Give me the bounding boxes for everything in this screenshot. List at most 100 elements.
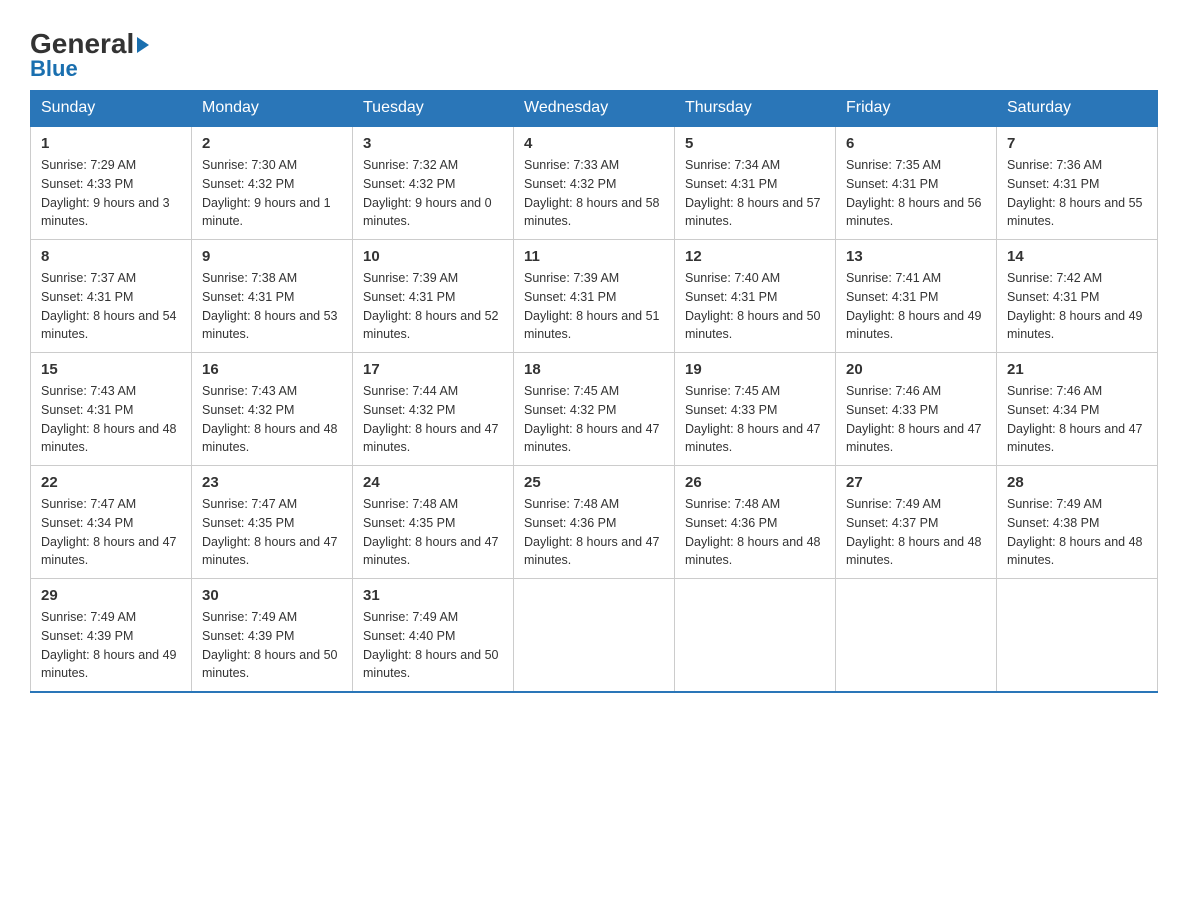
day-number: 10 xyxy=(363,248,503,265)
calendar-cell: 21 Sunrise: 7:46 AM Sunset: 4:34 PM Dayl… xyxy=(997,353,1158,466)
day-info: Sunrise: 7:35 AM Sunset: 4:31 PM Dayligh… xyxy=(846,156,986,231)
day-number: 27 xyxy=(846,474,986,491)
day-number: 18 xyxy=(524,361,664,378)
day-info: Sunrise: 7:49 AM Sunset: 4:38 PM Dayligh… xyxy=(1007,495,1147,570)
day-number: 7 xyxy=(1007,135,1147,152)
day-info: Sunrise: 7:38 AM Sunset: 4:31 PM Dayligh… xyxy=(202,269,342,344)
calendar-cell: 23 Sunrise: 7:47 AM Sunset: 4:35 PM Dayl… xyxy=(192,466,353,579)
day-info: Sunrise: 7:46 AM Sunset: 4:33 PM Dayligh… xyxy=(846,382,986,457)
calendar-cell: 24 Sunrise: 7:48 AM Sunset: 4:35 PM Dayl… xyxy=(353,466,514,579)
calendar-cell: 31 Sunrise: 7:49 AM Sunset: 4:40 PM Dayl… xyxy=(353,579,514,693)
calendar-cell: 10 Sunrise: 7:39 AM Sunset: 4:31 PM Dayl… xyxy=(353,240,514,353)
calendar-cell: 26 Sunrise: 7:48 AM Sunset: 4:36 PM Dayl… xyxy=(675,466,836,579)
calendar-cell: 22 Sunrise: 7:47 AM Sunset: 4:34 PM Dayl… xyxy=(31,466,192,579)
calendar-cell xyxy=(836,579,997,693)
day-number: 1 xyxy=(41,135,181,152)
week-row-1: 1 Sunrise: 7:29 AM Sunset: 4:33 PM Dayli… xyxy=(31,126,1158,240)
calendar-cell: 30 Sunrise: 7:49 AM Sunset: 4:39 PM Dayl… xyxy=(192,579,353,693)
calendar-cell: 7 Sunrise: 7:36 AM Sunset: 4:31 PM Dayli… xyxy=(997,126,1158,240)
logo-blue: Blue xyxy=(30,58,149,80)
day-number: 23 xyxy=(202,474,342,491)
day-info: Sunrise: 7:40 AM Sunset: 4:31 PM Dayligh… xyxy=(685,269,825,344)
day-number: 19 xyxy=(685,361,825,378)
day-number: 17 xyxy=(363,361,503,378)
day-info: Sunrise: 7:42 AM Sunset: 4:31 PM Dayligh… xyxy=(1007,269,1147,344)
day-info: Sunrise: 7:48 AM Sunset: 4:36 PM Dayligh… xyxy=(685,495,825,570)
day-number: 6 xyxy=(846,135,986,152)
day-number: 9 xyxy=(202,248,342,265)
day-info: Sunrise: 7:44 AM Sunset: 4:32 PM Dayligh… xyxy=(363,382,503,457)
calendar-cell xyxy=(675,579,836,693)
calendar-cell xyxy=(997,579,1158,693)
calendar-cell: 15 Sunrise: 7:43 AM Sunset: 4:31 PM Dayl… xyxy=(31,353,192,466)
calendar-cell: 18 Sunrise: 7:45 AM Sunset: 4:32 PM Dayl… xyxy=(514,353,675,466)
day-info: Sunrise: 7:49 AM Sunset: 4:40 PM Dayligh… xyxy=(363,608,503,683)
calendar-cell: 29 Sunrise: 7:49 AM Sunset: 4:39 PM Dayl… xyxy=(31,579,192,693)
calendar-cell: 12 Sunrise: 7:40 AM Sunset: 4:31 PM Dayl… xyxy=(675,240,836,353)
day-number: 30 xyxy=(202,587,342,604)
day-info: Sunrise: 7:48 AM Sunset: 4:35 PM Dayligh… xyxy=(363,495,503,570)
week-row-4: 22 Sunrise: 7:47 AM Sunset: 4:34 PM Dayl… xyxy=(31,466,1158,579)
calendar-cell xyxy=(514,579,675,693)
day-number: 20 xyxy=(846,361,986,378)
calendar-cell: 2 Sunrise: 7:30 AM Sunset: 4:32 PM Dayli… xyxy=(192,126,353,240)
day-number: 2 xyxy=(202,135,342,152)
calendar-cell: 6 Sunrise: 7:35 AM Sunset: 4:31 PM Dayli… xyxy=(836,126,997,240)
day-info: Sunrise: 7:45 AM Sunset: 4:33 PM Dayligh… xyxy=(685,382,825,457)
col-header-saturday: Saturday xyxy=(997,91,1158,127)
day-info: Sunrise: 7:37 AM Sunset: 4:31 PM Dayligh… xyxy=(41,269,181,344)
day-number: 15 xyxy=(41,361,181,378)
day-info: Sunrise: 7:43 AM Sunset: 4:32 PM Dayligh… xyxy=(202,382,342,457)
day-number: 22 xyxy=(41,474,181,491)
day-number: 11 xyxy=(524,248,664,265)
calendar: SundayMondayTuesdayWednesdayThursdayFrid… xyxy=(30,90,1158,693)
day-info: Sunrise: 7:47 AM Sunset: 4:35 PM Dayligh… xyxy=(202,495,342,570)
calendar-cell: 20 Sunrise: 7:46 AM Sunset: 4:33 PM Dayl… xyxy=(836,353,997,466)
day-number: 25 xyxy=(524,474,664,491)
calendar-cell: 28 Sunrise: 7:49 AM Sunset: 4:38 PM Dayl… xyxy=(997,466,1158,579)
week-row-5: 29 Sunrise: 7:49 AM Sunset: 4:39 PM Dayl… xyxy=(31,579,1158,693)
calendar-cell: 4 Sunrise: 7:33 AM Sunset: 4:32 PM Dayli… xyxy=(514,126,675,240)
calendar-cell: 8 Sunrise: 7:37 AM Sunset: 4:31 PM Dayli… xyxy=(31,240,192,353)
week-row-3: 15 Sunrise: 7:43 AM Sunset: 4:31 PM Dayl… xyxy=(31,353,1158,466)
day-number: 12 xyxy=(685,248,825,265)
day-number: 28 xyxy=(1007,474,1147,491)
calendar-cell: 16 Sunrise: 7:43 AM Sunset: 4:32 PM Dayl… xyxy=(192,353,353,466)
col-header-sunday: Sunday xyxy=(31,91,192,127)
day-number: 3 xyxy=(363,135,503,152)
calendar-cell: 3 Sunrise: 7:32 AM Sunset: 4:32 PM Dayli… xyxy=(353,126,514,240)
day-info: Sunrise: 7:29 AM Sunset: 4:33 PM Dayligh… xyxy=(41,156,181,231)
page-header: General Blue xyxy=(30,20,1158,80)
calendar-cell: 17 Sunrise: 7:44 AM Sunset: 4:32 PM Dayl… xyxy=(353,353,514,466)
day-info: Sunrise: 7:32 AM Sunset: 4:32 PM Dayligh… xyxy=(363,156,503,231)
calendar-cell: 19 Sunrise: 7:45 AM Sunset: 4:33 PM Dayl… xyxy=(675,353,836,466)
day-number: 4 xyxy=(524,135,664,152)
col-header-friday: Friday xyxy=(836,91,997,127)
day-info: Sunrise: 7:36 AM Sunset: 4:31 PM Dayligh… xyxy=(1007,156,1147,231)
day-info: Sunrise: 7:39 AM Sunset: 4:31 PM Dayligh… xyxy=(524,269,664,344)
day-number: 26 xyxy=(685,474,825,491)
day-number: 5 xyxy=(685,135,825,152)
day-number: 13 xyxy=(846,248,986,265)
day-info: Sunrise: 7:41 AM Sunset: 4:31 PM Dayligh… xyxy=(846,269,986,344)
day-info: Sunrise: 7:49 AM Sunset: 4:39 PM Dayligh… xyxy=(202,608,342,683)
calendar-cell: 5 Sunrise: 7:34 AM Sunset: 4:31 PM Dayli… xyxy=(675,126,836,240)
calendar-cell: 14 Sunrise: 7:42 AM Sunset: 4:31 PM Dayl… xyxy=(997,240,1158,353)
day-number: 8 xyxy=(41,248,181,265)
day-info: Sunrise: 7:34 AM Sunset: 4:31 PM Dayligh… xyxy=(685,156,825,231)
day-number: 16 xyxy=(202,361,342,378)
day-info: Sunrise: 7:33 AM Sunset: 4:32 PM Dayligh… xyxy=(524,156,664,231)
day-info: Sunrise: 7:47 AM Sunset: 4:34 PM Dayligh… xyxy=(41,495,181,570)
calendar-cell: 11 Sunrise: 7:39 AM Sunset: 4:31 PM Dayl… xyxy=(514,240,675,353)
calendar-cell: 13 Sunrise: 7:41 AM Sunset: 4:31 PM Dayl… xyxy=(836,240,997,353)
col-header-tuesday: Tuesday xyxy=(353,91,514,127)
day-info: Sunrise: 7:43 AM Sunset: 4:31 PM Dayligh… xyxy=(41,382,181,457)
col-header-thursday: Thursday xyxy=(675,91,836,127)
day-number: 21 xyxy=(1007,361,1147,378)
day-info: Sunrise: 7:49 AM Sunset: 4:37 PM Dayligh… xyxy=(846,495,986,570)
calendar-cell: 25 Sunrise: 7:48 AM Sunset: 4:36 PM Dayl… xyxy=(514,466,675,579)
day-number: 14 xyxy=(1007,248,1147,265)
day-info: Sunrise: 7:49 AM Sunset: 4:39 PM Dayligh… xyxy=(41,608,181,683)
day-info: Sunrise: 7:39 AM Sunset: 4:31 PM Dayligh… xyxy=(363,269,503,344)
day-number: 29 xyxy=(41,587,181,604)
